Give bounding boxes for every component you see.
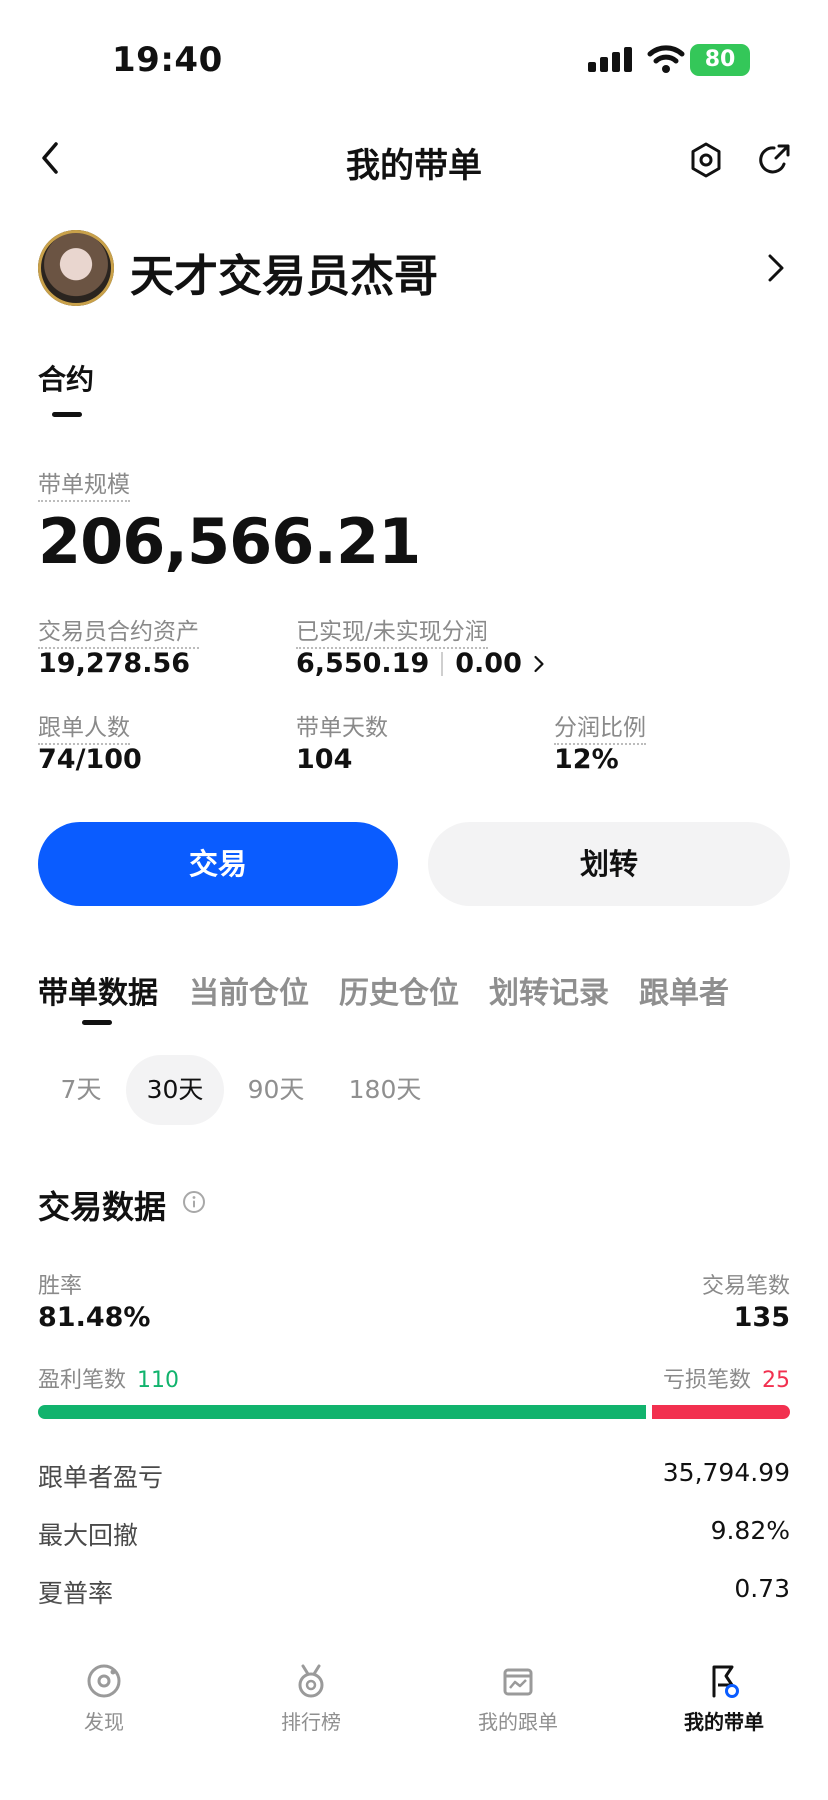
chart-board-icon	[503, 1668, 533, 1696]
trades-value: 135	[733, 1302, 790, 1333]
status-time: 19:40	[112, 40, 223, 80]
loss-trades-label: 亏损笔数	[662, 1368, 751, 1393]
loss-ratio-bar	[652, 1405, 790, 1419]
sharpe-ratio-value: 0.73	[734, 1574, 790, 1603]
realized-profit: 6,550.19	[296, 648, 430, 679]
followers-label: 跟单人数	[38, 715, 130, 745]
period-7d[interactable]: 7天	[44, 1055, 118, 1125]
days-value: 104	[296, 744, 353, 775]
flag-icon	[712, 1665, 739, 1698]
followers-value: 74/100	[38, 744, 142, 775]
tab-transfer-records[interactable]: 划转记录	[489, 968, 609, 1012]
signal-icon	[588, 47, 632, 72]
profit-ratio-bar	[38, 1405, 646, 1419]
profit-trades-value: 110	[137, 1368, 180, 1393]
profit-share-label: 已实现/未实现分润	[296, 619, 488, 649]
follower-pnl-value: 35,794.99	[662, 1458, 790, 1487]
nav-my-lead-label: 我的带单	[684, 1710, 764, 1734]
unrealized-profit: 0.00	[455, 648, 522, 679]
nav-my-follow-label: 我的跟单	[478, 1710, 558, 1734]
transfer-button[interactable]: 划转	[428, 822, 790, 906]
period-180d[interactable]: 180天	[330, 1055, 440, 1125]
info-icon[interactable]	[182, 1190, 206, 1214]
nav-leaderboard[interactable]: 排行榜	[241, 1662, 381, 1735]
chevron-right-icon	[534, 655, 544, 672]
share-ratio-value: 12%	[554, 744, 619, 775]
tab-underline	[52, 412, 82, 417]
period-90d[interactable]: 90天	[232, 1055, 320, 1125]
nav-discover[interactable]: 发现	[34, 1662, 174, 1735]
max-drawdown-value: 9.82%	[710, 1516, 790, 1545]
share-icon[interactable]	[754, 140, 794, 180]
chevron-right-icon[interactable]	[764, 252, 788, 284]
tab-underline	[82, 1020, 112, 1025]
settings-icon[interactable]	[686, 140, 726, 180]
period-30d[interactable]: 30天	[126, 1055, 224, 1125]
nav-discover-label: 发现	[84, 1710, 124, 1734]
scroll-fade	[0, 1600, 828, 1644]
section-title: 交易数据	[38, 1188, 167, 1226]
nav-my-follow[interactable]: 我的跟单	[448, 1662, 588, 1735]
medal-icon	[298, 1664, 324, 1698]
tab-history-positions[interactable]: 历史仓位	[339, 968, 459, 1012]
battery-icon: 80	[690, 44, 750, 76]
loss-trades-value: 25	[762, 1368, 790, 1393]
days-label: 带单天数	[296, 715, 388, 741]
trades-label: 交易笔数	[701, 1274, 790, 1299]
trader-name[interactable]: 天才交易员杰哥	[130, 240, 438, 304]
divider	[441, 651, 444, 676]
profit-trades-label: 盈利笔数	[38, 1368, 127, 1393]
profit-share-value[interactable]: 6,550.19 0.00	[296, 648, 546, 679]
tab-contract[interactable]: 合约	[38, 358, 94, 398]
nav-my-lead[interactable]: 我的带单	[654, 1662, 794, 1735]
share-ratio-label: 分润比例	[554, 715, 646, 745]
wifi-icon	[647, 45, 685, 73]
scale-label: 带单规模	[38, 472, 130, 502]
assets-value: 19,278.56	[38, 648, 191, 679]
trade-button[interactable]: 交易	[38, 822, 398, 906]
battery-level: 80	[704, 47, 736, 72]
max-drawdown-label: 最大回撤	[38, 1521, 139, 1550]
discover-icon	[87, 1664, 121, 1698]
tab-trading-data[interactable]: 带单数据	[38, 968, 158, 1012]
scale-value: 206,566.21	[38, 505, 421, 578]
assets-label: 交易员合约资产	[38, 619, 199, 649]
follower-pnl-label: 跟单者盈亏	[38, 1463, 164, 1492]
tab-followers[interactable]: 跟单者	[639, 968, 729, 1012]
tab-current-positions[interactable]: 当前仓位	[189, 968, 309, 1012]
avatar[interactable]	[38, 230, 114, 306]
win-rate-label: 胜率	[38, 1274, 83, 1299]
nav-leaderboard-label: 排行榜	[281, 1710, 341, 1734]
win-rate-value: 81.48%	[38, 1302, 151, 1333]
